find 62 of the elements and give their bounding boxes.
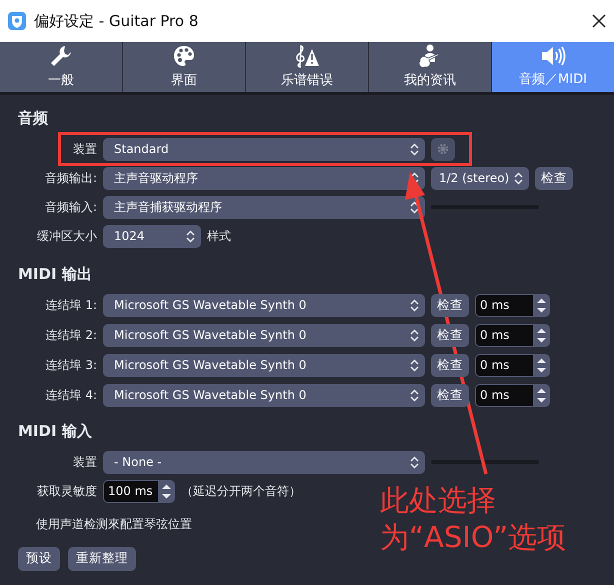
test-button[interactable]: 检查 xyxy=(431,384,469,406)
field-label: 获取灵敏度 xyxy=(36,483,97,500)
test-button[interactable]: 检查 xyxy=(431,324,469,346)
dropdown-select[interactable]: Microsoft GS Wavetable Synth 0 xyxy=(103,354,425,376)
app-logo-icon xyxy=(8,12,26,30)
window-title: 偏好设定 - Guitar Pro 8 xyxy=(34,10,200,32)
dropdown-select[interactable]: 主声音驱动程序 xyxy=(103,166,425,190)
clef-warning-icon xyxy=(294,44,320,68)
palette-icon xyxy=(172,44,196,68)
section-heading: 音频 xyxy=(18,108,49,129)
dropdown-select[interactable]: Microsoft GS Wavetable Synth 0 xyxy=(103,384,425,406)
spin-box[interactable]: 0 ms xyxy=(475,354,550,376)
test-button[interactable]: 检查 xyxy=(535,166,573,190)
settings-icon xyxy=(437,143,449,156)
field-label: 音频输入: xyxy=(44,199,97,216)
updown-icon xyxy=(410,456,419,468)
spin-box[interactable]: 0 ms xyxy=(475,324,550,346)
settings-button[interactable] xyxy=(431,138,455,160)
section-heading: MIDI 输入 xyxy=(18,421,93,442)
field-label: 连结埠 2: xyxy=(44,327,97,344)
updown-icon xyxy=(410,388,419,402)
dropdown-select[interactable]: - None - xyxy=(103,450,425,474)
close-icon[interactable] xyxy=(592,14,606,28)
section-heading: MIDI 输出 xyxy=(18,264,93,284)
wrench-icon xyxy=(49,44,73,68)
spin-box[interactable]: 0 ms xyxy=(475,384,550,406)
action-button[interactable]: 重新整理 xyxy=(68,546,136,570)
field-label: 音频输出: xyxy=(44,170,97,187)
field-label: 装置 xyxy=(72,141,97,158)
field-label: 缓冲区大小 xyxy=(36,228,97,245)
tab[interactable]: 我的资讯 xyxy=(369,42,492,92)
annotation-text: 为“ASIO”选项 xyxy=(380,519,566,556)
updown-icon xyxy=(514,172,523,184)
annotation-text: 此处选择 xyxy=(380,482,497,519)
hint-text: （延迟分开两个音符） xyxy=(181,483,301,500)
field-label: 样式 xyxy=(207,228,231,245)
updown-icon xyxy=(186,230,195,242)
tab[interactable]: 乐谱错误 xyxy=(246,42,369,92)
dropdown-select[interactable]: 主声音捕获驱动程序 xyxy=(103,196,425,218)
field-label: 连结埠 4: xyxy=(44,387,97,404)
updown-icon xyxy=(410,358,419,372)
updown-icon xyxy=(410,298,419,312)
dropdown-select[interactable]: 1024 xyxy=(103,224,201,248)
option-text: 使用声道检测來配置琴弦位置 xyxy=(36,516,193,532)
spin-box[interactable]: 100 ms xyxy=(103,480,175,502)
updown-icon xyxy=(410,328,419,342)
dropdown-select[interactable]: Microsoft GS Wavetable Synth 0 xyxy=(103,294,425,316)
field-label: 连结埠 1: xyxy=(44,297,97,314)
dropdown-select[interactable]: Standard xyxy=(103,138,425,160)
updown-icon xyxy=(410,200,419,214)
tab[interactable]: 一般 xyxy=(0,42,123,92)
dropdown-select[interactable]: 1/2 (stereo) xyxy=(431,166,529,190)
speaker-icon xyxy=(540,44,566,67)
field-label: 连结埠 3: xyxy=(44,357,97,374)
spin-box[interactable]: 0 ms xyxy=(475,294,550,316)
action-button[interactable]: 预设 xyxy=(18,546,60,570)
updown-icon xyxy=(410,142,419,156)
dropdown-select[interactable]: Microsoft GS Wavetable Synth 0 xyxy=(103,324,425,346)
tab[interactable]: 界面 xyxy=(123,42,246,92)
test-button[interactable]: 检查 xyxy=(431,294,469,316)
test-button[interactable]: 检查 xyxy=(431,354,469,376)
field-label: 装置 xyxy=(72,454,97,471)
